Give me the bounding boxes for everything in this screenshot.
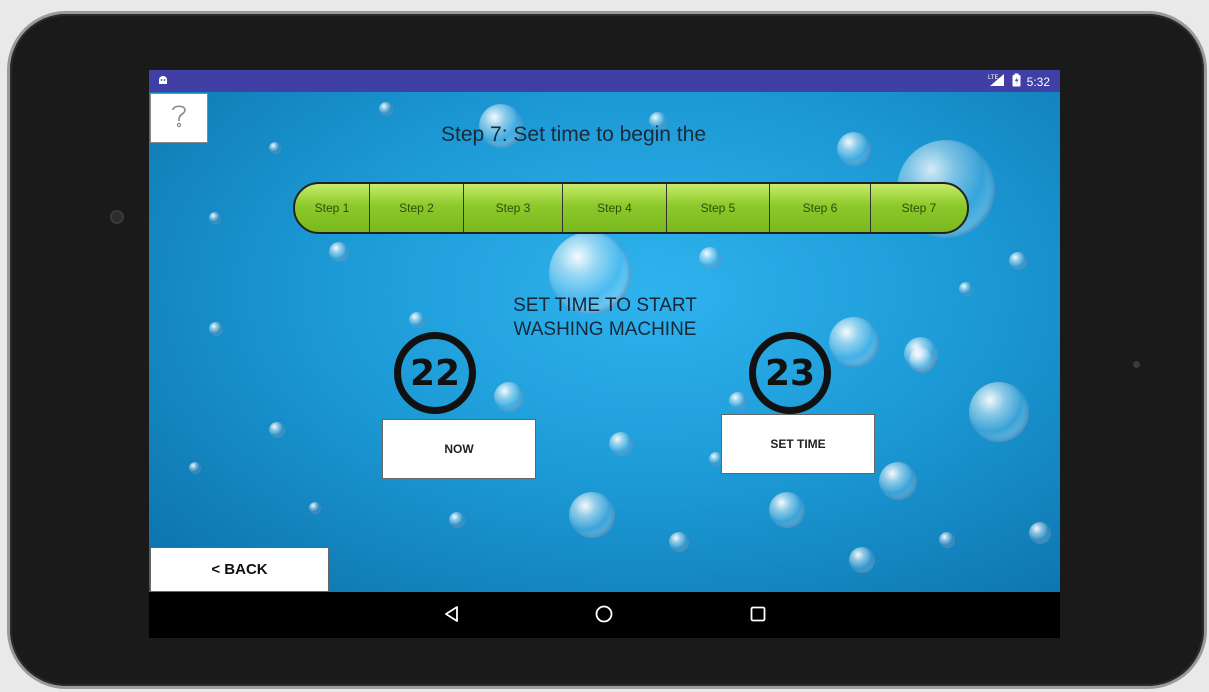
recents-square-icon[interactable] <box>748 604 768 629</box>
step-title: Step 7: Set time to begin the <box>441 123 707 146</box>
signal-icon: LTE <box>988 73 1006 90</box>
battery-icon <box>1012 73 1021 90</box>
step-segment-2: Step 2 <box>370 184 464 232</box>
device-screen: LTE 5:32 Step 7: Set time to begin the S… <box>149 70 1060 638</box>
instruction-line-1: SET TIME TO START <box>513 295 697 316</box>
step-progress-bar: Step 1 Step 2 Step 3 Step 4 Step 5 Step … <box>293 182 969 234</box>
step-segment-5: Step 5 <box>667 184 770 232</box>
question-mark-icon <box>170 102 188 135</box>
sensor-dot <box>1133 361 1140 368</box>
front-camera <box>110 210 124 224</box>
android-notification-icon <box>157 74 169 89</box>
svg-text:LTE: LTE <box>988 75 999 81</box>
instruction-text: SET TIME TO START WASHING MACHINE <box>484 294 726 342</box>
step-segment-1: Step 1 <box>295 184 370 232</box>
clock: 5:32 <box>1026 74 1050 89</box>
step-segment-6: Step 6 <box>770 184 871 232</box>
set-time-button[interactable]: SET TIME <box>721 414 875 474</box>
back-triangle-icon[interactable] <box>442 604 462 629</box>
now-button[interactable]: NOW <box>382 419 536 479</box>
step-segment-3: Step 3 <box>464 184 563 232</box>
status-icons: LTE 5:32 <box>988 73 1050 90</box>
step-segment-4: Step 4 <box>563 184 667 232</box>
status-bar: LTE 5:32 <box>149 70 1060 92</box>
navigation-bar <box>149 592 1060 638</box>
back-button[interactable]: < BACK <box>150 547 329 592</box>
app-content: Step 7: Set time to begin the Step 1 Ste… <box>149 92 1060 592</box>
home-circle-icon[interactable] <box>594 604 614 629</box>
step-segment-7: Step 7 <box>901 201 937 215</box>
now-timer-display: 22 <box>394 332 476 414</box>
set-timer-display: 23 <box>749 332 831 414</box>
help-button[interactable] <box>150 93 208 143</box>
instruction-line-2: WASHING MACHINE <box>513 319 697 340</box>
